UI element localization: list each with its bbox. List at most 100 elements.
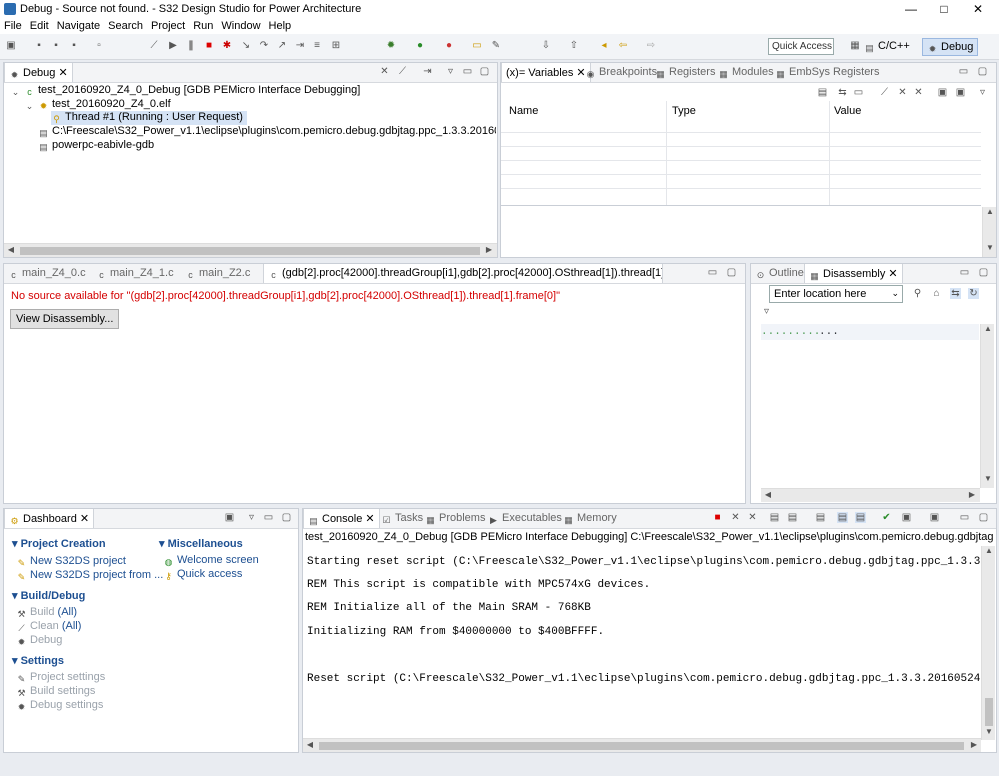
scroll-right-icon[interactable]: ▶ [482, 245, 496, 254]
remove-all-icon[interactable]: ✕ [913, 87, 924, 98]
show-on-error-icon[interactable]: ▤ [855, 512, 866, 523]
back-icon[interactable]: ⇦ [617, 40, 629, 52]
skip-breakpoints-icon[interactable]: ⟋ [148, 40, 160, 52]
tab-main-z4-1[interactable]: c main_Z4_1.c [92, 264, 178, 283]
tab-variables[interactable]: (x)= Variables ✕ [501, 63, 591, 82]
scroll-down-icon[interactable]: ▼ [983, 243, 997, 252]
save-icon[interactable]: ▪ [33, 40, 45, 52]
tab-tasks[interactable]: ☑ Tasks [377, 509, 427, 528]
menu-help[interactable]: Help [265, 18, 296, 32]
link-icon[interactable]: ⚲ [912, 288, 923, 299]
save-all-icon[interactable]: ▪ [50, 40, 62, 52]
console-hscroll[interactable]: ◀ ▶ [303, 738, 981, 752]
next-annotation-icon[interactable]: ⇩ [540, 40, 552, 52]
col-name[interactable]: Name [509, 105, 538, 117]
tab-embsys-registers[interactable]: ▦ EmbSys Registers [771, 63, 883, 82]
tab-main-z4-0[interactable]: c main_Z4_0.c [4, 264, 90, 283]
maximize-view-icon[interactable]: ▢ [479, 66, 490, 77]
logical-structure-icon[interactable]: ⇆ [837, 87, 848, 98]
new-view-icon[interactable]: ▣ [937, 87, 948, 98]
menu-edit[interactable]: Edit [26, 18, 53, 32]
collapse-all-icon[interactable]: ▭ [853, 87, 864, 98]
terminate-icon[interactable]: ■ [712, 512, 723, 523]
tab-frame[interactable]: c (gdb[2].proc[42000].threadGroup[i1],gdb… [263, 264, 663, 283]
external-tools-icon[interactable]: ● [443, 40, 455, 52]
view-menu-icon[interactable]: ▿ [977, 87, 988, 98]
scroll-left-icon[interactable]: ◀ [761, 490, 775, 499]
menu-file[interactable]: File [0, 18, 26, 32]
section-miscellaneous[interactable]: ▾ Miscellaneous [159, 537, 243, 550]
step-return-icon[interactable]: ↗ [276, 40, 288, 52]
run-icon[interactable]: ● [414, 40, 426, 52]
menu-window[interactable]: Window [217, 18, 264, 32]
clean-all-link[interactable]: (All) [62, 620, 82, 632]
tab-executables[interactable]: ▶ Executables [484, 509, 566, 528]
maximize-view-icon[interactable]: ▢ [726, 267, 737, 278]
tab-breakpoints[interactable]: ◉ Breakpoints [581, 63, 661, 82]
tab-problems[interactable]: ▦ Problems [421, 509, 489, 528]
quick-access-input[interactable]: Quick Access [768, 38, 834, 55]
display-console-icon[interactable]: ▣ [901, 512, 912, 523]
scroll-up-icon[interactable]: ▲ [982, 546, 996, 555]
welcome-screen-link[interactable]: ◍ Welcome screen [163, 554, 259, 568]
disconnect-icon[interactable]: ✱ [221, 40, 233, 52]
new-s32ds-project-link[interactable]: ✎ New S32DS project [16, 555, 126, 569]
scroll-right-icon[interactable]: ▶ [965, 490, 979, 499]
tab-memory[interactable]: ▦ Memory [559, 509, 621, 528]
disassembly-vscroll[interactable]: ▲ ▼ [980, 324, 994, 488]
tree-gdb[interactable]: ▤ powerpc-eabivle-gdb [38, 139, 154, 153]
debug-hscroll[interactable]: ◀ ▶ [4, 243, 497, 257]
clean-link[interactable]: ⟋ Clean (All) [16, 620, 81, 634]
maximize-view-icon[interactable]: ▢ [978, 512, 989, 523]
build-settings-link[interactable]: ⚒ Build settings [16, 685, 95, 699]
minimize-view-icon[interactable]: ▭ [263, 512, 274, 523]
minimize-view-icon[interactable]: ▭ [959, 512, 970, 523]
maximize-view-icon[interactable]: ▢ [281, 512, 292, 523]
console-output[interactable]: Starting reset script (C:\Freescale\S32_… [303, 546, 981, 740]
col-value[interactable]: Value [834, 105, 861, 117]
maximize-view-icon[interactable]: ▢ [978, 267, 989, 278]
variables-vscroll[interactable]: ▲ ▼ [982, 207, 996, 257]
tab-registers[interactable]: ▦ Registers [651, 63, 719, 82]
scroll-thumb[interactable] [319, 742, 964, 750]
clear-console-icon[interactable]: ▤ [769, 512, 780, 523]
remove-launch-icon[interactable]: ✕ [730, 512, 741, 523]
tab-outline[interactable]: ⊙ Outline [751, 264, 808, 283]
remove-all-terminated-icon[interactable]: ✕ [379, 66, 390, 77]
section-project-creation[interactable]: ▾ Project Creation [12, 537, 106, 550]
tab-console[interactable]: ▤ Console ✕ [303, 509, 380, 528]
console-vscroll[interactable]: ▲ ▼ [981, 546, 995, 740]
maximize-view-icon[interactable]: ▢ [977, 66, 988, 77]
terminate-icon[interactable]: ■ [203, 40, 215, 52]
pin-icon[interactable]: ▣ [955, 87, 966, 98]
scroll-lock-icon[interactable]: ▤ [787, 512, 798, 523]
connect-icon[interactable]: ⟋ [397, 66, 408, 77]
step-into-icon[interactable]: ↘ [240, 40, 252, 52]
debug-link[interactable]: ✹ Debug [16, 634, 63, 648]
debug-settings-link[interactable]: ✹ Debug settings [16, 699, 104, 713]
filter-icon[interactable]: ⊞ [330, 40, 342, 52]
tab-main-z2[interactable]: c main_Z2.c [181, 264, 254, 283]
tab-modules[interactable]: ▦ Modules [714, 63, 778, 82]
tree-pemicro[interactable]: ▤ C:\Freescale\S32_Power_v1.1\eclipse\plu… [38, 125, 496, 139]
print-icon[interactable]: ▪ [68, 40, 80, 52]
suspend-icon[interactable]: ❚ [185, 40, 197, 52]
sync-icon[interactable]: ⇆ [950, 288, 961, 299]
chevron-down-icon[interactable]: ⌄ [891, 288, 899, 299]
scroll-up-icon[interactable]: ▲ [981, 324, 995, 333]
drop-frame-icon[interactable]: ≡ [311, 40, 323, 52]
open-console-icon[interactable]: ▣ [929, 512, 940, 523]
tree-launch[interactable]: ⌄ c test_20160920_Z4_0_Debug [GDB PEMicro … [10, 84, 361, 98]
maximize-button[interactable]: □ [928, 0, 960, 18]
quick-access-link[interactable]: ⚷ Quick access [163, 568, 242, 582]
section-build-debug[interactable]: ▾ Build/Debug [12, 589, 85, 602]
scroll-thumb[interactable] [20, 247, 480, 255]
disassembly-hscroll[interactable]: ◀ ▶ [761, 488, 980, 502]
resume-icon[interactable]: ▶ [167, 40, 179, 52]
new-icon[interactable]: ▣ [224, 512, 235, 523]
new-icon[interactable]: ▣ [5, 40, 17, 52]
remove-icon[interactable]: ✕ [897, 87, 908, 98]
menu-search[interactable]: Search [104, 18, 147, 32]
menu-project[interactable]: Project [147, 18, 189, 32]
minimize-view-icon[interactable]: ▭ [958, 66, 969, 77]
